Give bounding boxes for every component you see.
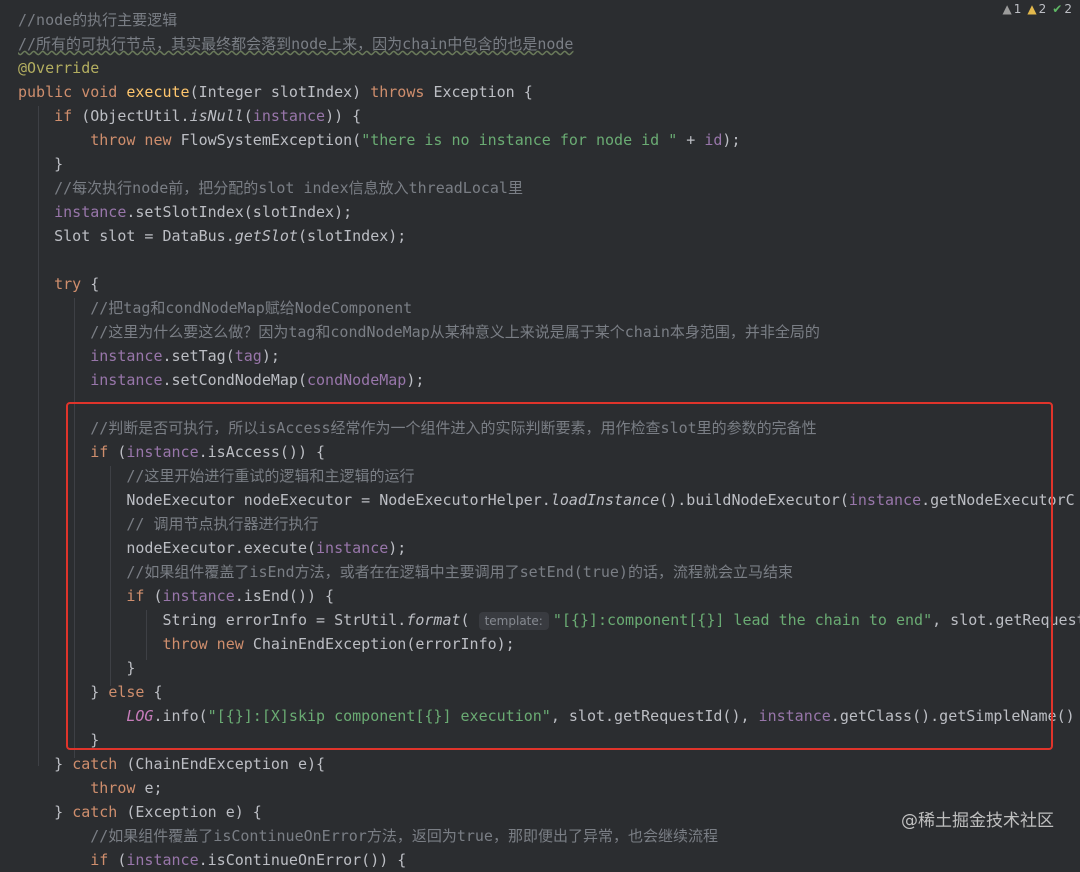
comment: //node的执行主要逻辑 (18, 11, 178, 29)
code-text: (ChainEndException e){ (126, 755, 326, 773)
code-text: } (54, 755, 73, 773)
field: instance (126, 851, 199, 869)
code-text: .setTag( (162, 347, 235, 365)
code-text: .setCondNodeMap( (162, 371, 308, 389)
code-line[interactable]: throw e; (18, 776, 1080, 800)
weak-warning-count-label: 1 (1013, 2, 1022, 16)
code-text: ( (243, 107, 253, 125)
code-line[interactable]: //每次执行node前，把分配的slot index信息放入threadLoca… (18, 176, 1080, 200)
string-literal: "there is no instance for node id " (361, 131, 678, 149)
watermark: @稀土掘金技术社区 (901, 811, 1054, 831)
code-editor[interactable]: //node的执行主要逻辑 //所有的可执行节点，其实最终都会落到node上来，… (0, 0, 1080, 869)
code-line[interactable]: if (ObjectUtil.isNull(instance)) { (18, 104, 1080, 128)
check-icon: ✔ (1052, 2, 1063, 16)
code-line[interactable]: public void execute(Integer slotIndex) t… (18, 80, 1080, 104)
field: condNodeMap (307, 371, 407, 389)
code-text: )) { (325, 107, 362, 125)
code-text: ); (722, 131, 741, 149)
code-text: (ObjectUtil. (81, 107, 190, 125)
code-text: ); (406, 371, 425, 389)
field: tag (234, 347, 262, 365)
keyword: try (54, 275, 91, 293)
code-text: FlowSystemException( (180, 131, 362, 149)
code-line[interactable]: instance.setSlotIndex(slotIndex); (18, 200, 1080, 224)
keyword: if (90, 851, 118, 869)
weak-warning-count[interactable]: ▲ 1 (1003, 2, 1022, 16)
code-text: Exception { (433, 83, 533, 101)
static-method: isNull (189, 107, 244, 125)
keyword: throw (90, 779, 145, 797)
comment: //每次执行node前，把分配的slot index信息放入threadLoca… (54, 179, 523, 197)
field: instance (90, 371, 163, 389)
code-text: + (677, 131, 705, 149)
code-line[interactable]: throw new FlowSystemException("there is … (18, 128, 1080, 152)
code-text: Slot slot = DataBus. (54, 227, 235, 245)
code-text: { (90, 275, 100, 293)
code-line[interactable]: //把tag和condNodeMap赋给NodeComponent (18, 296, 1080, 320)
warning-count[interactable]: ▲ 2 (1027, 2, 1046, 16)
code-line[interactable]: instance.setTag(tag); (18, 344, 1080, 368)
inspection-widget[interactable]: ▲ 1 ▲ 2 ✔ 2 (1003, 0, 1072, 18)
method-name: execute (126, 83, 190, 101)
keyword: public void (18, 83, 127, 101)
code-text: } (54, 803, 73, 821)
highlight-box (66, 402, 1053, 750)
comment: //所有的可执行节点，其实最终都会落到node上来，因为chain中包含的也是n… (18, 35, 574, 53)
annotation: @Override (18, 59, 100, 77)
code-line[interactable]: instance.setCondNodeMap(condNodeMap); (18, 368, 1080, 392)
comment: //如果组件覆盖了isContinueOnError方法，返回为true，那即便… (90, 827, 718, 845)
static-method: getSlot (234, 227, 298, 245)
code-line[interactable]: //这里为什么要这么做？因为tag和condNodeMap从某种意义上来说是属于… (18, 320, 1080, 344)
warning-triangle-icon: ▲ (1002, 2, 1012, 16)
keyword: if (54, 107, 82, 125)
keyword: catch (72, 755, 127, 773)
code-text: .isContinueOnError()) { (198, 851, 407, 869)
code-line[interactable]: @Override (18, 56, 1080, 80)
typo-count-label: 2 (1064, 2, 1072, 16)
comment: //把tag和condNodeMap赋给NodeComponent (90, 299, 413, 317)
keyword: throw new (90, 131, 181, 149)
field: instance (54, 203, 127, 221)
code-line[interactable]: try { (18, 272, 1080, 296)
field: id (704, 131, 723, 149)
code-text: } (54, 155, 64, 173)
code-text: e; (144, 779, 163, 797)
code-text: (Exception e) { (126, 803, 262, 821)
field: instance (90, 347, 163, 365)
comment: //这里为什么要这么做？因为tag和condNodeMap从某种意义上来说是属于… (90, 323, 820, 341)
code-text: ); (261, 347, 280, 365)
field: instance (252, 107, 326, 125)
code-text: (Integer slotIndex) (189, 83, 371, 101)
code-text: (slotIndex); (297, 227, 407, 245)
warning-count-label: 2 (1038, 2, 1047, 16)
code-line[interactable]: } (18, 152, 1080, 176)
code-line[interactable] (18, 248, 1080, 272)
keyword: throws (370, 83, 434, 101)
warning-triangle-icon: ▲ (1027, 2, 1037, 16)
code-line[interactable]: //所有的可执行节点，其实最终都会落到node上来，因为chain中包含的也是n… (18, 32, 1080, 56)
typo-count[interactable]: ✔ 2 (1052, 2, 1072, 16)
code-line[interactable]: //node的执行主要逻辑 (18, 8, 1080, 32)
code-text: .setSlotIndex(slotIndex); (126, 203, 353, 221)
code-line[interactable]: } catch (ChainEndException e){ (18, 752, 1080, 776)
keyword: catch (72, 803, 127, 821)
code-line[interactable]: Slot slot = DataBus.getSlot(slotIndex); (18, 224, 1080, 248)
code-line[interactable]: if (instance.isContinueOnError()) { (18, 848, 1080, 872)
